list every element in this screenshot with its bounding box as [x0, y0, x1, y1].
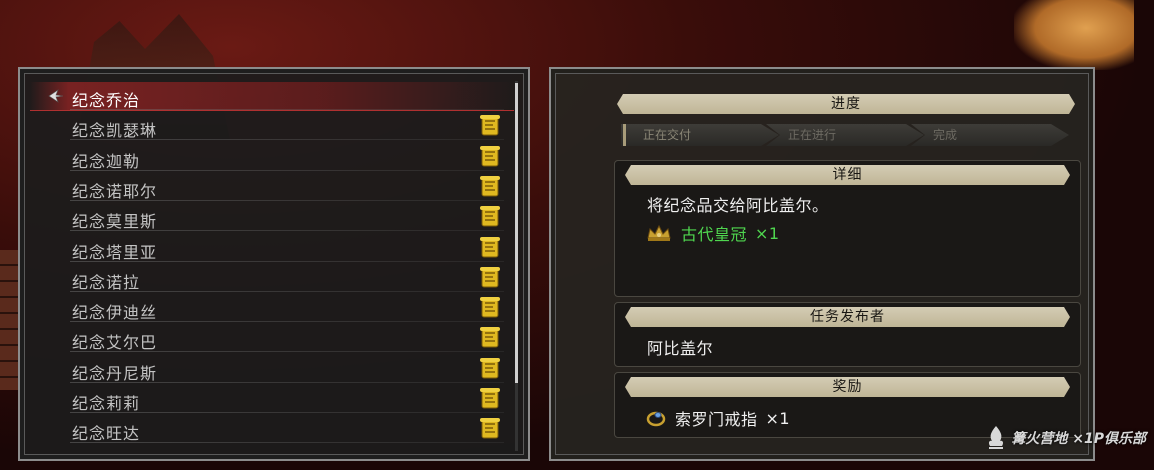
required-item-name: 古代皇冠	[681, 225, 748, 244]
list-separator	[70, 442, 504, 444]
quest-list-item[interactable]: 纪念艾尔巴	[30, 324, 514, 353]
scroll-quest-icon	[480, 357, 500, 379]
list-separator	[70, 109, 504, 110]
quest-item-label: 纪念乔治	[72, 91, 141, 110]
scroll-quest-icon	[480, 175, 500, 197]
ring-icon	[646, 411, 666, 427]
required-item: 古代皇冠 ×1	[645, 221, 780, 245]
giver-header: 任务发布者	[625, 307, 1070, 327]
reward-header: 奖励	[625, 377, 1070, 397]
quest-item-label: 纪念诺耶尔	[72, 181, 158, 201]
pointer-arrow-icon	[48, 89, 64, 103]
quest-item-label: 纪念塔里亚	[72, 242, 158, 262]
quest-item-label: 纪念旺达	[72, 424, 141, 444]
quest-item-label: 纪念丹尼斯	[72, 363, 158, 383]
list-separator	[70, 139, 504, 141]
reward-item-name: 索罗门戒指	[675, 410, 758, 429]
watermark: 篝火营地 ×1P俱乐部	[985, 424, 1146, 452]
details-header: 详细	[625, 165, 1070, 185]
scroll-quest-icon	[480, 206, 500, 227]
list-separator	[70, 351, 504, 353]
quest-detail-panel: 进度 正在交付 正在进行 完成 详细 将纪念品交给阿比盖尔。 古代皇冠 ×1 任…	[549, 67, 1095, 461]
scroll-quest-icon	[480, 418, 500, 439]
details-section: 详细 将纪念品交给阿比盖尔。 古代皇冠 ×1	[614, 160, 1081, 297]
quest-list-item[interactable]: 纪念迦勒	[30, 143, 514, 171]
list-separator	[70, 321, 504, 323]
quest-list-item[interactable]: 纪念凯瑟琳	[30, 112, 514, 141]
bonfire-logo-icon	[989, 426, 1004, 449]
quest-item-label: 纪念伊迪丝	[72, 303, 158, 323]
scrollbar-thumb[interactable]	[515, 83, 518, 383]
list-separator	[70, 169, 504, 171]
required-item-qty: ×1	[755, 223, 780, 243]
quest-item-label: 纪念莫里斯	[72, 212, 158, 232]
scroll-quest-icon	[480, 266, 500, 288]
reward-title: 奖励	[832, 379, 863, 395]
list-separator	[70, 381, 504, 383]
progress-title: 进度	[831, 96, 861, 112]
list-separator	[70, 260, 504, 262]
quest-list-item[interactable]: 纪念旺达	[30, 415, 514, 444]
quest-list-item[interactable]: 纪念伊迪丝	[30, 294, 514, 323]
progress-marker	[623, 124, 626, 146]
scroll-quest-icon	[480, 115, 500, 136]
quest-list-item[interactable]: 纪念莫里斯	[30, 203, 514, 232]
reward-item-qty: ×1	[765, 408, 791, 428]
quest-list-item[interactable]: 纪念塔里亚	[30, 234, 514, 262]
scroll-quest-icon	[480, 145, 500, 167]
giver-title: 任务发布者	[810, 309, 885, 325]
quest-list-panel: 纪念乔治纪念凯瑟琳纪念迦勒纪念诺耶尔纪念莫里斯纪念塔里亚纪念诺拉纪念伊迪丝纪念艾…	[18, 67, 530, 461]
background-character	[1014, 0, 1134, 70]
giver-name: 阿比盖尔	[647, 339, 714, 358]
progress-tracker: 正在交付 正在进行 完成	[621, 124, 1069, 146]
giver-section: 任务发布者 阿比盖尔	[614, 302, 1081, 367]
scroll-quest-icon	[480, 327, 500, 348]
quest-list-item[interactable]: 纪念诺拉	[30, 264, 514, 292]
list-separator	[70, 290, 504, 292]
scroll-quest-icon	[480, 388, 500, 409]
quest-item-label: 纪念艾尔巴	[72, 333, 158, 353]
quest-description: 将纪念品交给阿比盖尔。	[647, 196, 829, 215]
quest-item-label: 纪念莉莉	[72, 394, 141, 413]
crown-icon	[647, 224, 671, 241]
background-brick-wall	[0, 250, 20, 390]
scroll-quest-icon	[480, 236, 500, 257]
quest-list-item[interactable]: 纪念莉莉	[30, 385, 514, 413]
quest-item-label: 纪念诺拉	[72, 272, 141, 292]
list-separator	[70, 412, 504, 413]
watermark-text: 篝火营地 ×1P俱乐部	[1011, 431, 1146, 447]
list-separator	[70, 199, 504, 201]
quest-list-item[interactable]: 纪念乔治	[30, 82, 514, 111]
details-title: 详细	[832, 167, 863, 183]
quest-item-label: 纪念迦勒	[72, 151, 141, 171]
quest-list-item[interactable]: 纪念诺耶尔	[30, 173, 514, 201]
progress-step-complete: 完成	[911, 124, 1069, 146]
progress-step-delivering: 正在交付	[621, 124, 779, 146]
progress-header: 进度	[617, 94, 1075, 114]
list-separator	[70, 230, 504, 232]
reward-item: 索罗门戒指 ×1	[645, 406, 790, 430]
progress-step-in-progress: 正在进行	[766, 124, 924, 146]
scroll-quest-icon	[480, 297, 500, 318]
quest-item-label: 纪念凯瑟琳	[72, 121, 158, 141]
quest-list-item[interactable]: 纪念丹尼斯	[30, 355, 514, 383]
